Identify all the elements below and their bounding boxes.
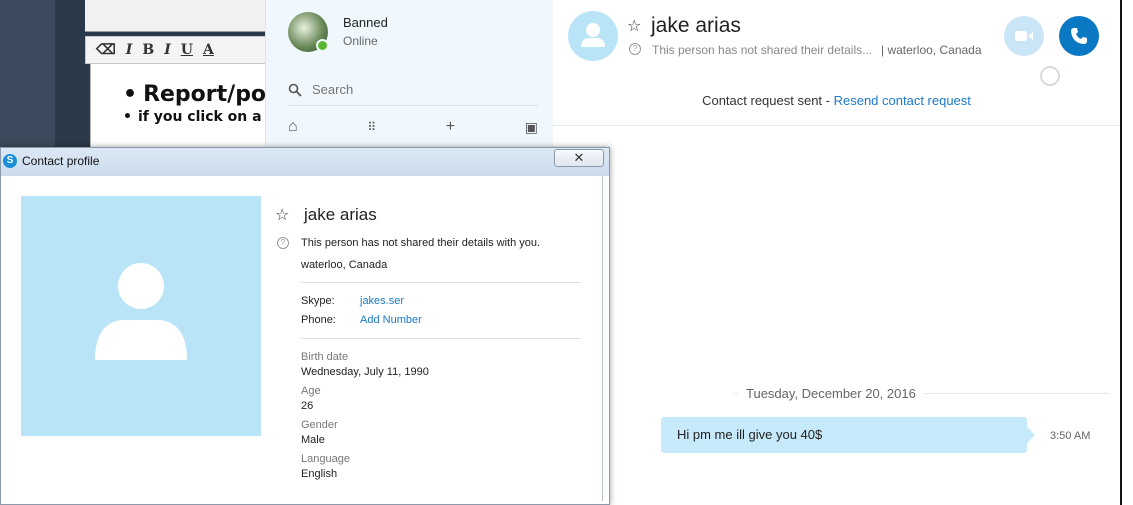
format-clear-icon[interactable]: ⌫	[96, 42, 116, 58]
user-status[interactable]: Online	[343, 34, 378, 48]
message-bubble[interactable]: Hi pm me ill give you 40$	[661, 417, 1035, 453]
divider	[301, 338, 581, 339]
bold-button[interactable]: B	[142, 42, 154, 58]
close-button[interactable]: ✕	[554, 149, 604, 167]
favorite-star-icon[interactable]: ☆	[627, 16, 641, 36]
doc-heading-text: Report/po	[143, 82, 267, 107]
bot-icon[interactable]: ▣	[525, 119, 538, 136]
question-icon: ?	[277, 237, 289, 249]
age-value: 26	[301, 400, 314, 412]
skype-id-link[interactable]: jakes.ser	[360, 295, 404, 307]
presence-online-icon	[316, 39, 329, 52]
home-icon[interactable]: ⌂	[288, 118, 298, 136]
search-input[interactable]	[312, 82, 512, 97]
profile-avatar	[21, 196, 261, 436]
doc-line-text: if you click on a	[137, 109, 262, 125]
divider	[553, 125, 1120, 126]
birth-date-value: Wednesday, July 11, 1990	[301, 366, 429, 378]
gender-label: Gender	[301, 419, 338, 431]
add-icon[interactable]: +	[446, 118, 455, 136]
italic-clear-icon[interactable]: I	[126, 42, 133, 58]
contact-avatar[interactable]	[568, 11, 618, 61]
details-note: This person has not shared their details…	[301, 237, 541, 249]
divider	[301, 282, 581, 283]
close-icon: ✕	[573, 150, 585, 165]
profile-location: waterloo, Canada	[301, 259, 388, 271]
window-edge	[1120, 0, 1133, 505]
favorite-star-icon[interactable]: ☆	[275, 205, 289, 225]
default-avatar-icon	[95, 263, 187, 360]
video-call-button[interactable]	[1004, 16, 1044, 56]
request-text: Contact request sent -	[702, 93, 834, 108]
question-icon: ?	[629, 43, 641, 55]
search-box[interactable]	[288, 74, 538, 106]
message-time: 3:50 AM	[1050, 430, 1091, 442]
doc-line: if you click on a	[123, 109, 270, 125]
contact-request-line: Contact request sent - Resend contact re…	[553, 93, 1120, 108]
underline-button[interactable]: U	[181, 42, 193, 58]
profile-name: jake arias	[304, 205, 377, 224]
dialpad-icon[interactable]: ⠿	[367, 120, 376, 134]
audio-call-button[interactable]	[1059, 16, 1099, 56]
profile-body: ☆ jake arias ? This person has not share…	[1, 176, 603, 501]
dialog-title: Contact profile	[22, 154, 100, 168]
age-label: Age	[301, 385, 321, 397]
language-label: Language	[301, 453, 350, 465]
chat-subtitle: This person has not shared their details…	[652, 43, 873, 57]
font-color-button[interactable]: A	[203, 42, 214, 58]
default-avatar-icon	[581, 23, 605, 47]
phone-icon	[1071, 28, 1087, 44]
sidebar-nav: ⌂ ⠿ + ▣	[288, 116, 538, 138]
user-name[interactable]: Banned	[343, 15, 388, 30]
chat-location: | waterloo, Canada	[881, 43, 982, 57]
date-separator: Tuesday, December 20, 2016	[738, 386, 924, 401]
globe-icon[interactable]	[1040, 66, 1060, 86]
editor-toolbar: ⌫ I B I U A	[85, 36, 270, 64]
add-number-link[interactable]: Add Number	[360, 314, 422, 326]
gender-value: Male	[301, 434, 325, 446]
skype-label: Skype:	[301, 295, 335, 307]
editor-top-bar	[85, 0, 270, 32]
chat-contact-name[interactable]: jake arias	[651, 14, 741, 38]
italic-button[interactable]: I	[164, 42, 171, 58]
phone-label: Phone:	[301, 314, 336, 326]
dialog-titlebar[interactable]: S Contact profile ✕	[1, 148, 609, 176]
search-icon	[288, 83, 302, 97]
skype-logo-icon: S	[3, 154, 17, 168]
resend-request-link[interactable]: Resend contact request	[834, 93, 971, 108]
doc-heading: Report/po	[123, 82, 270, 107]
chat-panel: ☆ jake arias ? This person has not share…	[553, 0, 1120, 505]
video-camera-icon	[1015, 31, 1033, 41]
birth-date-label: Birth date	[301, 351, 349, 363]
language-value: English	[301, 468, 338, 480]
contact-profile-dialog: S Contact profile ✕ ☆ jake arias ? This …	[0, 147, 610, 505]
